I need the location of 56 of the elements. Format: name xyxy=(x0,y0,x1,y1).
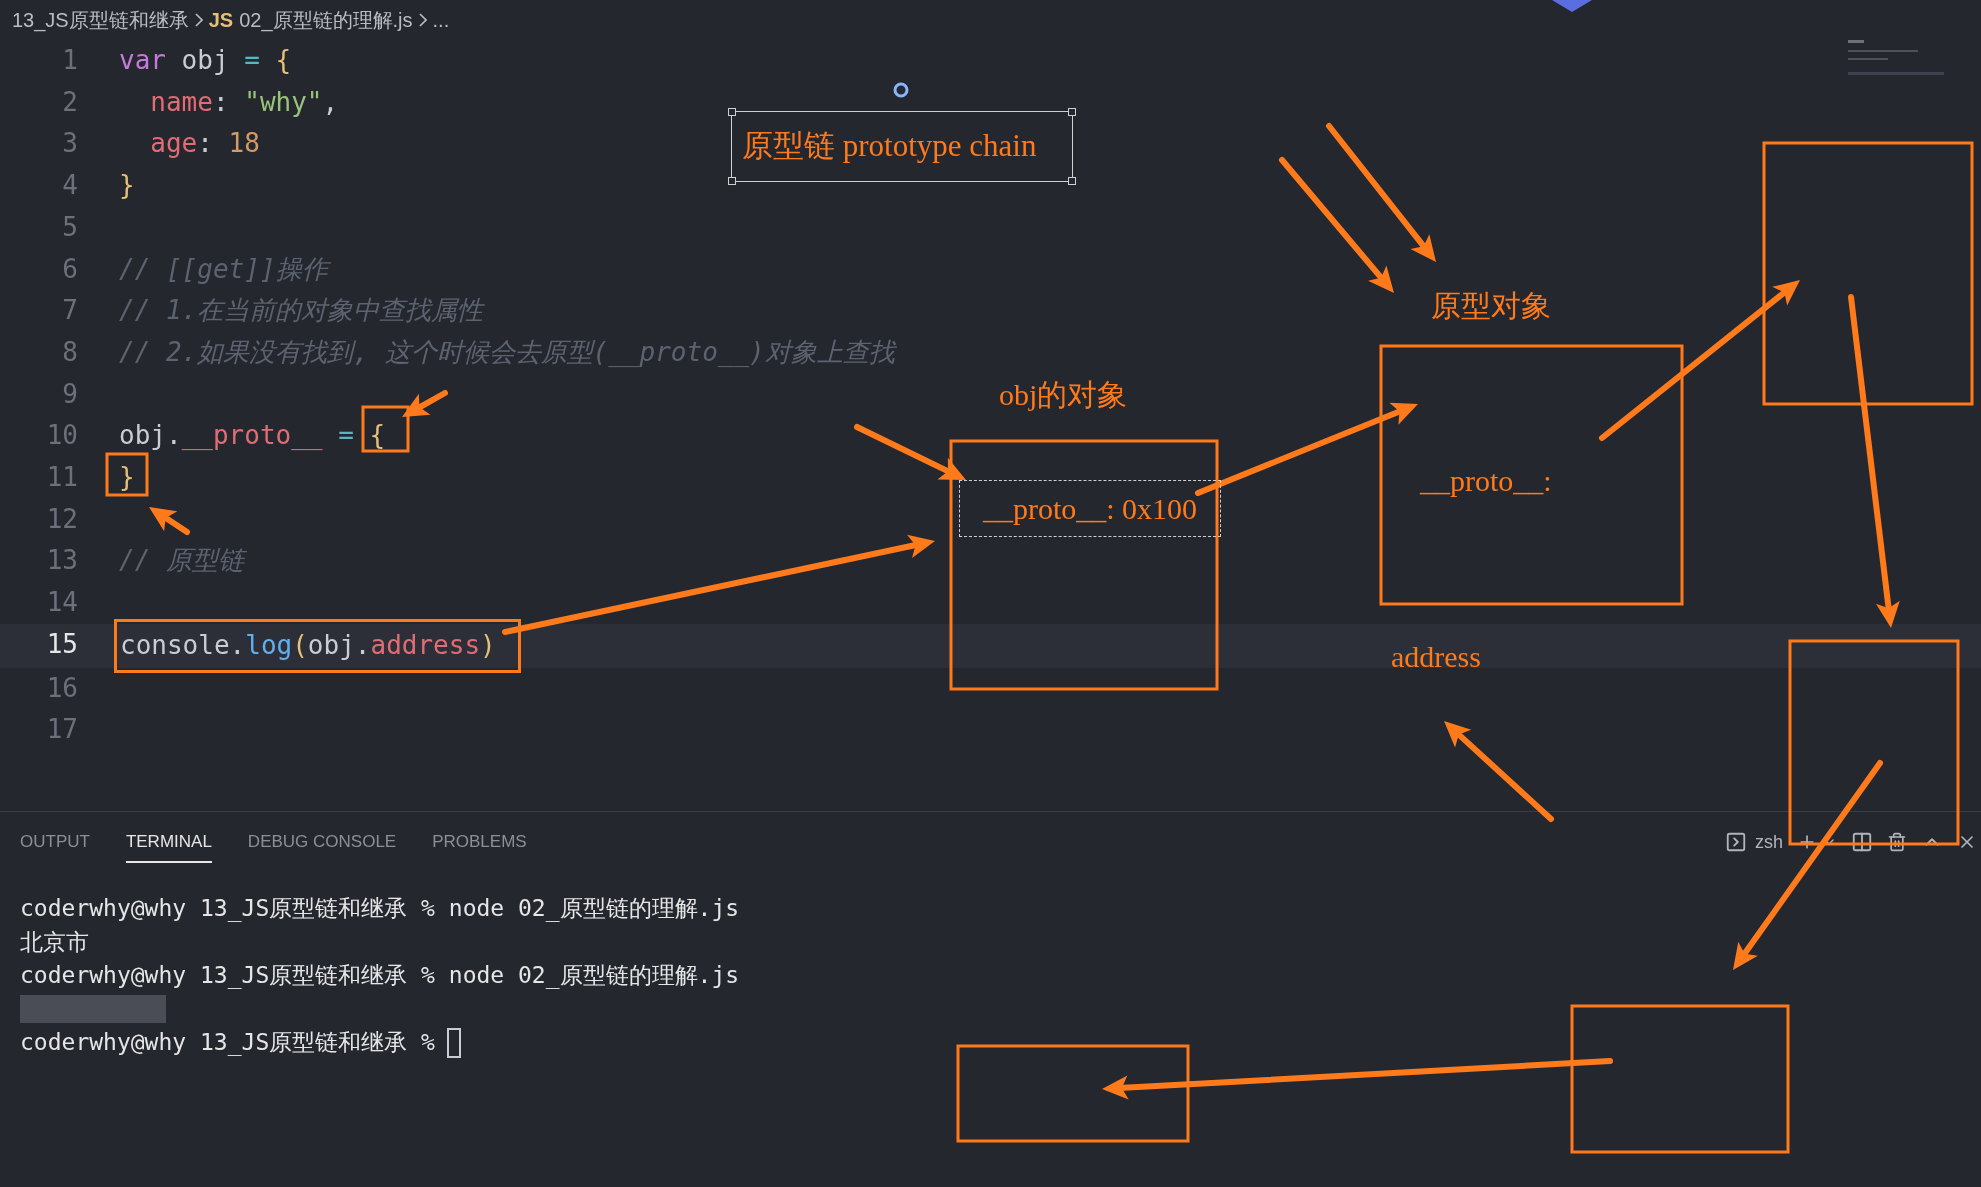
annotation-box xyxy=(105,452,149,497)
arrow xyxy=(149,507,190,535)
terminal-line: coderwhy@why 13_JS原型链和继承 % xyxy=(20,1028,435,1058)
breadcrumb-more[interactable]: ... xyxy=(432,5,450,35)
line-number: 4 xyxy=(61,169,78,203)
line-number: 15 xyxy=(45,627,78,661)
marker-icon xyxy=(1552,0,1592,12)
panel-tab[interactable]: OUTPUT xyxy=(20,821,90,863)
line-number: 7 xyxy=(61,294,78,328)
line-number: 17 xyxy=(45,713,78,747)
annotation-label: obj的对象 xyxy=(999,377,1128,413)
trash-icon[interactable] xyxy=(1887,832,1907,852)
code-line: // 2.如果没有找到, 这个时候会去原型(__proto__)对象上查找 xyxy=(119,335,895,369)
code-line: var obj = { xyxy=(119,44,292,77)
line-number: 6 xyxy=(61,252,78,286)
line-number: 9 xyxy=(61,377,78,411)
terminal-line: 北京市 xyxy=(20,927,89,957)
line-number: 5 xyxy=(61,210,78,244)
annotation-label: __proto__: xyxy=(1420,463,1552,499)
code-line: obj.__proto__ = { xyxy=(119,419,386,453)
code-line: age: 18 xyxy=(149,127,260,161)
panel-tab[interactable]: TERMINAL xyxy=(125,821,212,863)
line-number: 12 xyxy=(45,502,78,536)
line-number: 10 xyxy=(45,419,78,453)
arrow xyxy=(402,390,448,417)
annotation-box xyxy=(361,405,410,453)
panel-tab[interactable]: PROBLEMS xyxy=(432,821,527,863)
line-number: 14 xyxy=(45,586,78,620)
line-number: 2 xyxy=(61,85,78,119)
code-line: } xyxy=(119,461,135,495)
line-number: 16 xyxy=(45,671,78,705)
proto-field-text-box: __proto__: 0x100 xyxy=(959,480,1221,537)
annotation-label: 原型对象 xyxy=(1431,288,1551,324)
terminal-line: coderwhy@why 13_JS原型链和继承 % node 02_原型链的理解.js xyxy=(20,961,740,991)
title-text-box[interactable]: 原型链 prototype chain xyxy=(731,111,1073,182)
panel-tab[interactable]: DEBUG CONSOLE xyxy=(247,821,397,863)
line-number: 1 xyxy=(61,44,78,77)
split-icon[interactable] xyxy=(1851,831,1873,853)
chevron-right-icon xyxy=(194,13,203,27)
line-number: 13 xyxy=(45,544,78,578)
code-line: } xyxy=(119,169,135,203)
line-number: 8 xyxy=(61,335,78,369)
line-number: 3 xyxy=(61,127,78,161)
chevron-right-icon xyxy=(418,13,427,27)
terminal-icon xyxy=(1725,831,1747,853)
shell-name[interactable]: zsh xyxy=(1755,828,1783,856)
line-number: 11 xyxy=(45,461,78,495)
code-line: name: "why", xyxy=(149,85,339,119)
annotation-label: address xyxy=(1391,639,1481,675)
breadcrumb-folder[interactable]: 13_JS原型链和继承 xyxy=(12,5,189,35)
code-line: console.log(obj.address) xyxy=(120,628,496,662)
terminal-cursor xyxy=(446,1027,461,1058)
js-file-icon: JS xyxy=(208,5,234,35)
breadcrumb-file[interactable]: 02_原型链的理解.js xyxy=(239,5,413,35)
code-line: // 1.在当前的对象中查找属性 xyxy=(119,294,484,328)
terminal-line: coderwhy@why 13_JS原型链和继承 % node 02_原型链的理解.js xyxy=(20,894,740,924)
